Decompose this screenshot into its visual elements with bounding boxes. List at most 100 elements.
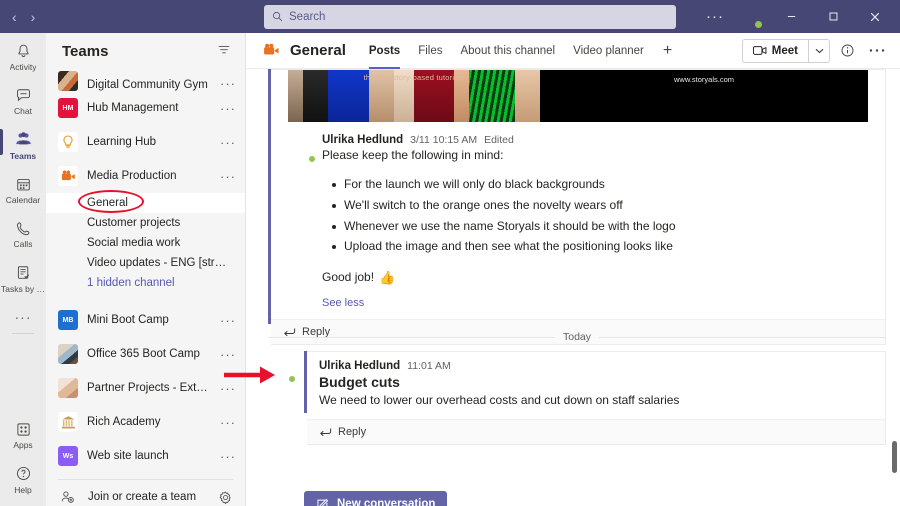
team-more-icon[interactable]: ··· (219, 381, 237, 396)
sidebar-item-teams[interactable]: Teams (0, 122, 46, 166)
info-icon[interactable] (834, 38, 860, 64)
list-item: We'll switch to the orange ones the nove… (330, 195, 868, 216)
message-timestamp: 3/11 10:15 AM (410, 134, 478, 146)
team-row[interactable]: Rich Academy ··· (46, 405, 245, 439)
sidebar-item-apps[interactable]: Apps (0, 411, 46, 455)
team-avatar-photo (58, 71, 78, 91)
meet-button[interactable]: Meet (741, 38, 808, 63)
compose-icon (316, 498, 329, 506)
search-input[interactable]: Search (264, 4, 676, 29)
message-author: Ulrika Hedlund (322, 134, 404, 146)
message-body-text: We need to lower our overhead costs and … (319, 393, 680, 407)
day-divider-label: Today (562, 331, 592, 343)
team-row[interactable]: Digital Community Gym ··· (46, 69, 245, 91)
tab-label: Files (418, 44, 443, 57)
channel-item-customer-projects[interactable]: Customer projects (46, 213, 245, 233)
conversation-list[interactable]: through story-based tutorials www.storya… (246, 69, 900, 506)
banner-caption: through story-based tutorials (363, 73, 465, 82)
avatar[interactable] (268, 355, 297, 384)
nav-buttons: ‹ › (0, 10, 240, 24)
avatar[interactable] (288, 135, 317, 165)
team-more-icon[interactable]: ··· (219, 449, 237, 464)
title-more-icon[interactable]: ··· (700, 8, 730, 25)
user-avatar[interactable] (739, 6, 763, 29)
join-team-label: Join or create a team (88, 491, 197, 503)
forward-icon[interactable]: › (31, 10, 36, 24)
chevron-down-icon[interactable] (808, 38, 830, 63)
reply-button[interactable]: Reply (307, 419, 885, 445)
tab-video-planner[interactable]: Video planner (564, 33, 653, 69)
tab-about-this-channel[interactable]: About this channel (451, 33, 564, 69)
attached-image[interactable]: through story-based tutorials www.storya… (271, 70, 885, 122)
more-horizontal-icon[interactable]: more-horizontal-icon (864, 38, 890, 64)
hidden-channels-link[interactable]: 1 hidden channel (46, 273, 245, 293)
team-name: Office 365 Boot Camp (87, 348, 200, 360)
teams-list[interactable]: Digital Community Gym ··· HM Hub Managem… (46, 69, 245, 506)
presence-available-icon (307, 154, 317, 165)
team-more-icon[interactable]: ··· (219, 135, 237, 150)
team-more-icon[interactable]: ··· (219, 313, 237, 328)
list-item: For the launch we will only do black bac… (330, 174, 868, 195)
team-avatar-text: MB (62, 316, 74, 324)
page-title: General (290, 42, 346, 59)
list-item: Whenever we use the name Storyals it sho… (330, 216, 868, 237)
team-more-icon[interactable]: ··· (219, 101, 237, 116)
team-more-icon[interactable]: ··· (219, 347, 237, 362)
team-avatar-photo (58, 344, 78, 364)
sidebar-item-activity[interactable]: Activity (0, 33, 46, 77)
day-divider: Today (268, 326, 886, 348)
team-row[interactable]: Learning Hub ··· (46, 125, 245, 159)
team-more-icon[interactable]: ··· (219, 169, 237, 184)
team-row[interactable]: Partner Projects - External ··· (46, 371, 245, 405)
team-avatar-text: HM (62, 104, 74, 112)
channel-header: General Posts Files About this channel V… (246, 33, 900, 69)
team-row[interactable]: Media Production ··· (46, 159, 245, 193)
message-thread: through story-based tutorials www.storya… (268, 69, 886, 346)
video-icon (752, 45, 767, 56)
tab-label: Posts (368, 44, 401, 57)
team-more-icon[interactable]: ··· (219, 76, 237, 91)
see-less-link[interactable]: See less (322, 295, 868, 309)
team-row[interactable]: Ws Web site launch ··· (46, 439, 245, 473)
sidebar-item-tasks[interactable]: Tasks by Pl... (0, 255, 46, 299)
join-or-create-team-button[interactable]: Join or create a team (46, 480, 245, 506)
add-tab-button[interactable]: + (653, 42, 682, 60)
gear-icon[interactable] (218, 490, 233, 505)
banner-right-image: www.storyals.com (540, 70, 868, 122)
message-card: through story-based tutorials www.storya… (271, 69, 886, 346)
minimize-button[interactable] (770, 0, 812, 33)
channel-item-social-media-work[interactable]: Social media work (46, 233, 245, 253)
hidden-channels-label: 1 hidden channel (87, 277, 175, 289)
channel-item-video-updates[interactable]: Video updates - ENG [structur... (46, 253, 245, 273)
team-more-icon[interactable]: ··· (219, 415, 237, 430)
sidebar-item-calls[interactable]: Calls (0, 210, 46, 254)
sidebar-item-chat[interactable]: Chat (0, 77, 46, 121)
tab-posts[interactable]: Posts (360, 33, 409, 69)
team-row[interactable]: MB Mini Boot Camp ··· (46, 303, 245, 337)
divider-line (599, 336, 886, 338)
maximize-button[interactable] (812, 0, 854, 33)
filter-icon[interactable] (217, 43, 231, 60)
message-closing-text: Good job! (322, 269, 375, 284)
meet-label: Meet (771, 44, 798, 57)
team-row[interactable]: Office 365 Boot Camp ··· (46, 337, 245, 371)
thread-accent-bar (268, 69, 271, 324)
rail-more-icon[interactable]: ··· (15, 299, 32, 325)
sidebar-item-help[interactable]: Help (0, 456, 46, 500)
tab-files[interactable]: Files (409, 33, 451, 69)
back-icon[interactable]: ‹ (12, 10, 17, 24)
sidebar-item-label: Calls (13, 240, 33, 250)
message-intro-text: Please keep the following in mind: (322, 148, 504, 162)
channel-item-general[interactable]: General (46, 193, 245, 213)
vertical-scrollbar-thumb[interactable] (892, 441, 897, 473)
sidebar-item-label: Teams (9, 151, 37, 161)
message-body: Ulrika Hedlund 11:01 AM Budget cuts We n… (307, 352, 885, 419)
team-avatar-bank (58, 412, 78, 432)
chat-icon (13, 85, 33, 105)
new-conversation-button[interactable]: New conversation (304, 491, 448, 506)
channel-name: Social media work (87, 237, 181, 249)
sidebar-item-calendar[interactable]: Calendar (0, 166, 46, 210)
close-button[interactable] (854, 0, 896, 33)
team-row[interactable]: HM Hub Management ··· (46, 91, 245, 125)
bell-icon (13, 41, 33, 61)
